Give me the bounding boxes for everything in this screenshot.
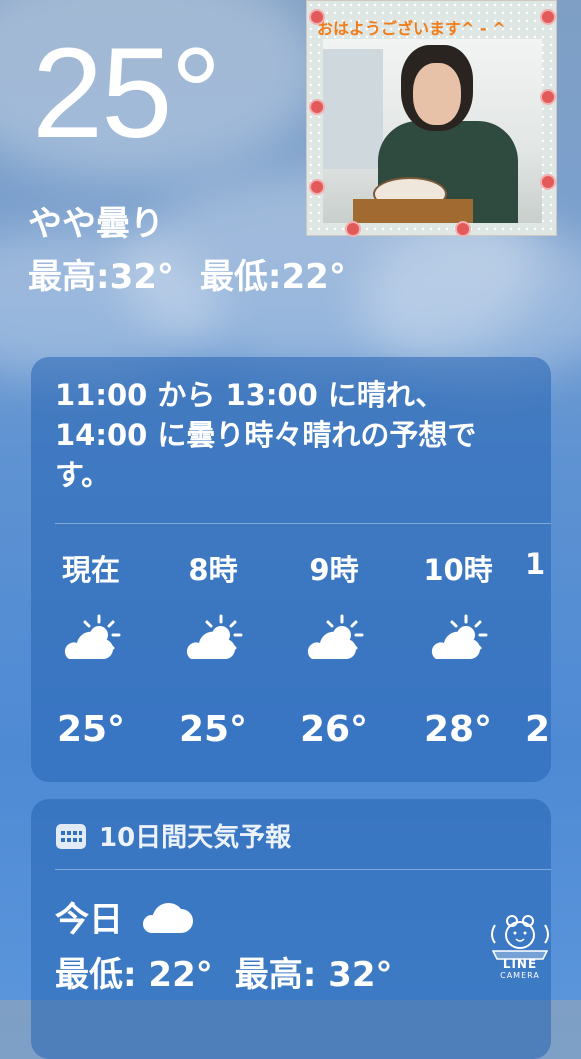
hour-temp: 2 [525,709,551,750]
today-label: 今日 [55,900,123,940]
partly-cloudy-icon [279,613,389,663]
bear-logo-icon [491,915,549,960]
current-condition: やや曇り [28,204,164,244]
hour-temp: 28° [423,709,493,750]
hour-item: 8時 25° [158,547,268,750]
cloud-icon [142,902,193,933]
hourly-strip[interactable]: 現在 25° 8時 25° 9時 26° 10時 28° 1 2 [31,547,551,767]
low-temperature: 最低:22° [199,257,346,297]
photo-image [323,39,542,223]
watermark-camera: CAMERA [500,971,540,980]
hour-temp: 25° [178,709,248,750]
hourly-forecast-card[interactable]: 11:00 から 13:00 に晴れ、14:00 に曇り時々晴れの予想です。 現… [31,357,551,782]
today-high: 最高: 32° [234,955,393,995]
high-temperature: 最高:32° [28,257,174,297]
current-temperature: 25° [32,22,222,165]
hour-item: 10時 28° [403,547,513,750]
hour-item: 現在 25° [36,547,146,750]
partly-cloudy-icon [36,613,146,663]
ten-day-header: 10日間天気予報 [31,799,551,854]
high-low: 最高:32° 最低:22° [28,249,346,298]
current-weather: 25° やや曇り 最高:32° 最低:22° [28,30,346,298]
partly-cloudy-icon [403,613,513,663]
line-camera-watermark: LINE CAMERA [485,913,555,988]
ten-day-title: 10日間天気予報 [99,823,292,853]
hour-label: 9時 [309,553,359,587]
hour-temp: 25° [56,709,126,750]
hour-label: 8時 [188,553,238,587]
photo-caption: おはようございます^ - ^ [317,19,506,38]
today-low: 最低: 22° [55,955,213,995]
photo-sticker: おはようございます^ - ^ [306,0,557,236]
forecast-summary: 11:00 から 13:00 に晴れ、14:00 に曇り時々晴れの予想です。 [55,378,477,492]
hour-label: 現在 [61,553,120,587]
partly-cloudy-icon [158,613,268,663]
hour-item: 9時 26° [279,547,389,750]
hour-temp: 26° [299,709,369,750]
divider [55,869,551,870]
calendar-icon [56,823,86,849]
watermark-line: LINE [502,957,538,971]
hour-item: 1 2 [525,547,551,750]
hour-label: 1 [525,547,546,581]
hour-label: 10時 [423,553,493,587]
divider [55,523,551,524]
today-row[interactable]: 今日 [55,892,195,941]
ten-day-forecast-card[interactable]: 10日間天気予報 今日 最低: 22° 最高: 32° [31,799,551,1059]
today-low-high: 最低: 22° 最高: 32° [55,947,393,996]
